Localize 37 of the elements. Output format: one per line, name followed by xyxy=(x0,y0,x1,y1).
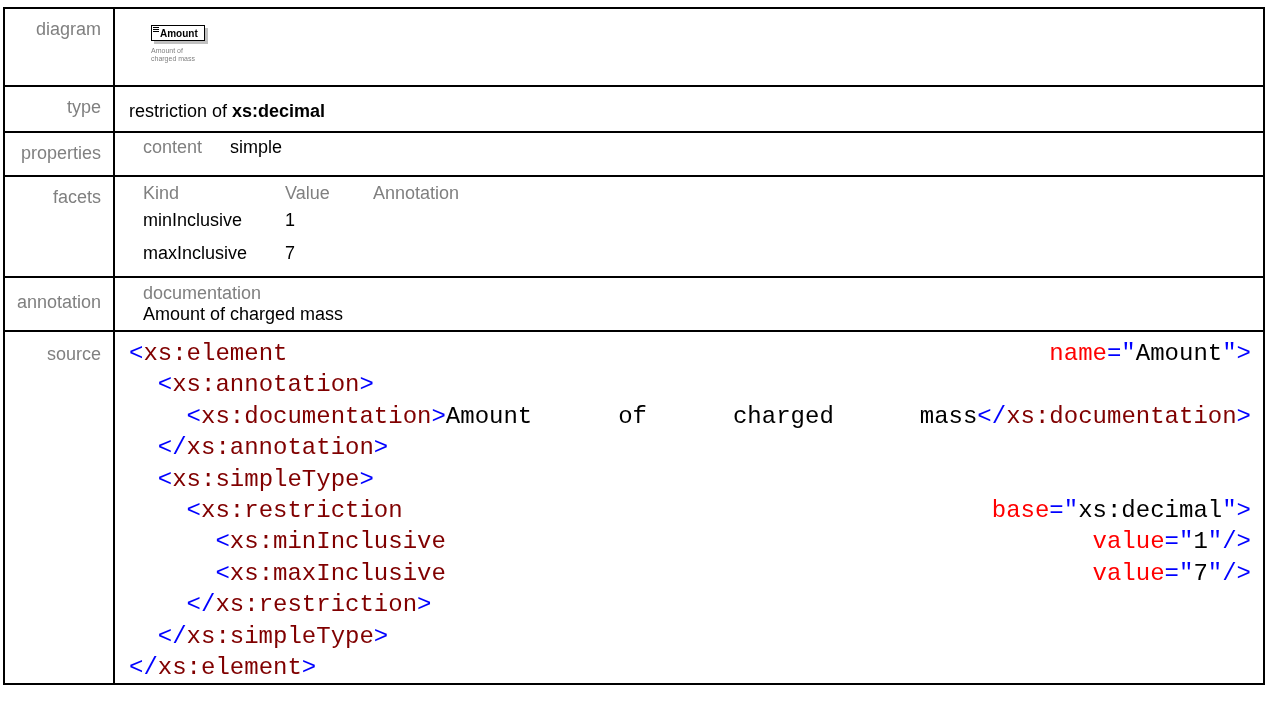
code-token: <xs:simpleType> xyxy=(156,464,374,495)
annotation-heading: documentation xyxy=(143,282,263,304)
code-token: <xs:annotation> xyxy=(156,370,374,401)
code-token: of xyxy=(618,401,648,432)
code-token: </xs:element> xyxy=(129,653,317,684)
facet-kind: maxInclusive xyxy=(143,242,249,265)
row-label: facets xyxy=(4,176,114,277)
column-header: Kind xyxy=(143,182,181,205)
code-token: name="Amount"> xyxy=(1049,339,1251,369)
facet-value: 1 xyxy=(285,209,296,232)
property-value: simple xyxy=(230,137,283,158)
row-label: diagram xyxy=(4,8,114,86)
code-token: value="7"/> xyxy=(1092,558,1251,589)
row-label: type xyxy=(4,86,114,132)
row-label: properties xyxy=(4,132,114,176)
code-token: base="xs:decimal"> xyxy=(991,496,1251,527)
annotation-text: Amount of charged mass xyxy=(143,304,345,325)
element-name: Amount xyxy=(160,28,198,39)
code-token: </xs:annotation> xyxy=(156,433,389,464)
row-label: source xyxy=(4,331,114,685)
column-header: Annotation xyxy=(373,182,460,205)
type-text: restriction of xs:decimal xyxy=(129,101,326,121)
facet-value: 7 xyxy=(285,242,296,265)
code-token: <xs:minInclusive xyxy=(214,527,446,558)
code-token: </xs:simpleType> xyxy=(156,621,389,652)
code-token: <xs:element xyxy=(129,339,288,369)
code-token: <xs:documentation>Amount xyxy=(185,401,533,432)
facet-kind: minInclusive xyxy=(143,209,244,232)
code-token: charged xyxy=(732,401,834,432)
code-token: value="1"/> xyxy=(1092,527,1251,558)
code-token: <xs:maxInclusive xyxy=(214,558,446,589)
code-token: mass</xs:documentation> xyxy=(919,401,1251,432)
row-label: annotation xyxy=(4,277,114,331)
code-token: </xs:restriction> xyxy=(185,590,432,621)
column-header: Value xyxy=(285,182,331,205)
property-name: content xyxy=(143,137,203,158)
code-token: <xs:restriction xyxy=(185,496,403,527)
